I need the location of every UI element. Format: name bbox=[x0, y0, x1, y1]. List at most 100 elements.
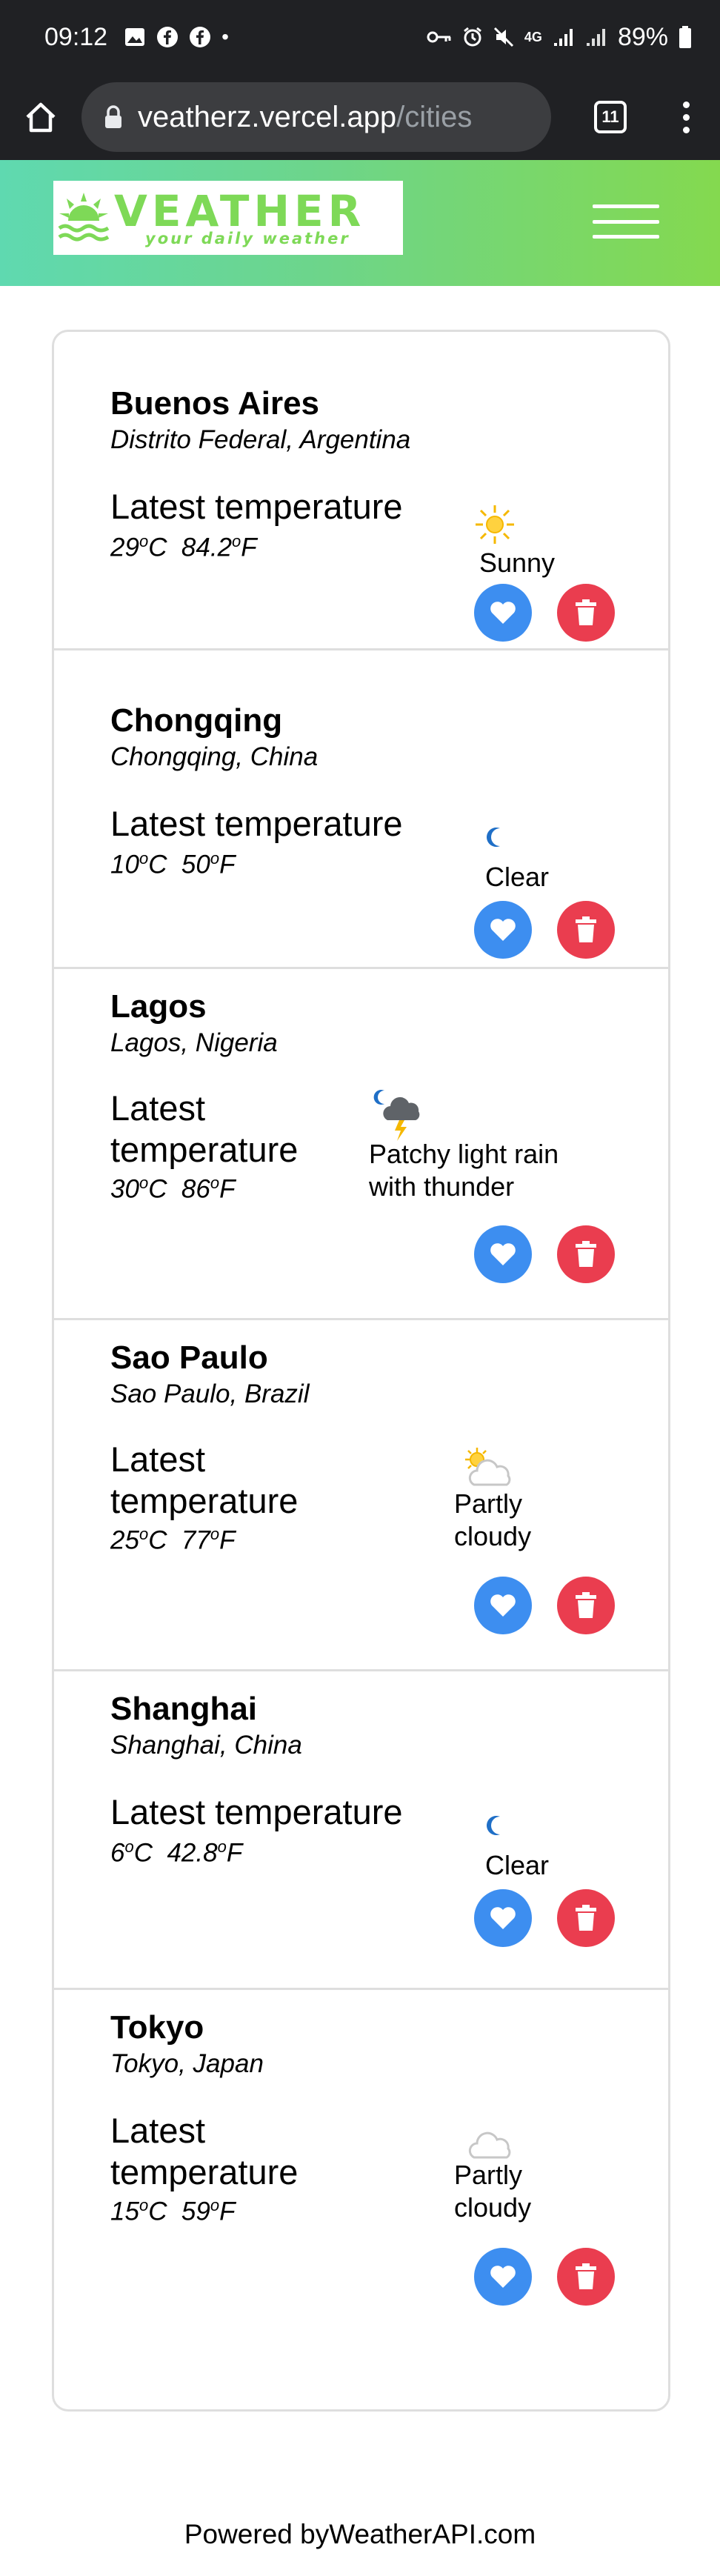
celsius-unit: C bbox=[133, 1838, 153, 1868]
temperature-values: 25oC 77oF bbox=[110, 1525, 236, 1556]
temp-fahrenheit: 86 bbox=[181, 1174, 210, 1204]
city-card: Buenos Aires Distrito Federal, Argentina… bbox=[54, 332, 668, 650]
hamburger-line-icon bbox=[593, 219, 659, 224]
city-card: Lagos Lagos, Nigeria Latest temperature … bbox=[54, 969, 668, 1320]
weather-condition: Clear bbox=[484, 1850, 550, 1880]
sun-icon bbox=[476, 505, 514, 544]
trash-icon bbox=[576, 1241, 596, 1267]
browser-toolbar: veatherz.vercel.app/cities 11 bbox=[0, 74, 720, 160]
temp-celsius: 29 bbox=[110, 533, 139, 562]
mute-icon bbox=[493, 27, 513, 47]
temp-fahrenheit: 77 bbox=[181, 1525, 210, 1555]
footer-credit[interactable]: Powered byWeatherAPI.com bbox=[0, 2519, 720, 2550]
delete-button[interactable] bbox=[557, 1577, 615, 1634]
celsius-unit: C bbox=[148, 1525, 167, 1555]
hamburger-line-icon bbox=[593, 235, 659, 239]
favorite-button[interactable] bbox=[474, 1225, 532, 1283]
weather-condition: Partly cloudy bbox=[454, 1488, 532, 1551]
degree-sign: o bbox=[210, 1525, 220, 1543]
favorite-button[interactable] bbox=[474, 1889, 532, 1947]
temperature-label: Latest temperature bbox=[110, 1088, 299, 1169]
trash-icon bbox=[576, 1592, 596, 1618]
degree-sign: o bbox=[139, 1525, 149, 1543]
image-notification-icon bbox=[125, 28, 145, 46]
degree-sign: o bbox=[210, 2196, 220, 2214]
temperature-values: 29oC 84.2oF bbox=[110, 532, 257, 563]
hamburger-menu-button[interactable] bbox=[593, 204, 659, 239]
temp-celsius: 15 bbox=[110, 2197, 139, 2226]
favorite-button[interactable] bbox=[474, 1577, 532, 1634]
fahrenheit-unit: F bbox=[219, 1174, 236, 1204]
hamburger-line-icon bbox=[593, 204, 659, 208]
delete-button[interactable] bbox=[557, 584, 615, 642]
delete-button[interactable] bbox=[557, 2248, 615, 2306]
signal-icon bbox=[553, 29, 573, 46]
battery-percent: 89% bbox=[617, 22, 668, 51]
browser-menu-button[interactable] bbox=[664, 101, 708, 133]
heart-icon bbox=[490, 919, 516, 941]
city-card: Chongqing Chongqing, China Latest temper… bbox=[54, 650, 668, 969]
city-name: Chongqing bbox=[110, 702, 283, 739]
delete-button[interactable] bbox=[557, 901, 615, 959]
celsius-unit: C bbox=[148, 1174, 167, 1204]
degree-sign: o bbox=[139, 2196, 149, 2214]
favorite-button[interactable] bbox=[474, 2248, 532, 2306]
city-name: Sao Paulo bbox=[110, 1339, 268, 1376]
partly-cloudy-day-icon bbox=[465, 1448, 511, 1486]
heart-icon bbox=[490, 1243, 516, 1265]
heart-icon bbox=[490, 2266, 516, 2288]
moon-icon bbox=[487, 1816, 500, 1835]
city-region: Chongqing, China bbox=[110, 742, 319, 771]
weather-condition: Sunny bbox=[479, 548, 556, 578]
trash-icon bbox=[576, 916, 596, 942]
alarm-icon bbox=[463, 27, 481, 47]
fahrenheit-unit: F bbox=[226, 1838, 243, 1868]
heart-icon bbox=[490, 1594, 516, 1617]
home-icon bbox=[26, 102, 56, 133]
delete-button[interactable] bbox=[557, 1225, 615, 1283]
url-host: veatherz.vercel.app bbox=[138, 100, 397, 133]
temperature-label: Latest temperature bbox=[110, 804, 403, 843]
moon-icon bbox=[487, 828, 500, 847]
fahrenheit-unit: F bbox=[219, 850, 236, 879]
temperature-label: Latest temperature bbox=[110, 1792, 403, 1831]
favorite-button[interactable] bbox=[474, 901, 532, 959]
weather-condition: Partly cloudy bbox=[454, 2160, 532, 2223]
home-button[interactable] bbox=[0, 74, 81, 160]
temp-celsius: 25 bbox=[110, 1525, 139, 1555]
logo[interactable]: VEATHER your daily weather bbox=[53, 181, 403, 255]
app-header: VEATHER your daily weather bbox=[0, 160, 720, 286]
trash-icon bbox=[576, 2263, 596, 2289]
celsius-unit: C bbox=[148, 533, 167, 562]
status-bar: 09:12 • 4G 89% bbox=[0, 0, 720, 74]
url-path: /cities bbox=[396, 100, 473, 133]
temperature-values: 10oC 50oF bbox=[110, 849, 236, 880]
delete-button[interactable] bbox=[557, 1889, 615, 1947]
city-card: Sao Paulo Sao Paulo, Brazil Latest tempe… bbox=[54, 1320, 668, 1671]
temperature-label: Latest temperature bbox=[110, 487, 403, 526]
favorite-button[interactable] bbox=[474, 584, 532, 642]
menu-dot-icon bbox=[682, 113, 690, 121]
temp-fahrenheit: 42.8 bbox=[167, 1838, 218, 1868]
city-card: Tokyo Tokyo, Japan Latest temperature 15… bbox=[54, 1990, 668, 2383]
tab-switcher-button[interactable]: 11 bbox=[573, 101, 647, 133]
temperature-label: Latest temperature bbox=[110, 2111, 299, 2191]
address-bar[interactable]: veatherz.vercel.app/cities bbox=[81, 82, 551, 152]
cities-list: Buenos Aires Distrito Federal, Argentina… bbox=[52, 330, 670, 2412]
battery-icon bbox=[679, 26, 691, 48]
lock-icon bbox=[104, 105, 123, 129]
status-time: 09:12 bbox=[44, 22, 108, 51]
sun-waves-logo-icon bbox=[58, 193, 110, 242]
degree-sign: o bbox=[232, 532, 241, 550]
notification-icons: • bbox=[124, 25, 229, 49]
fahrenheit-unit: F bbox=[219, 1525, 236, 1555]
network-type-label: 4G bbox=[524, 29, 542, 44]
temp-celsius: 30 bbox=[110, 1174, 139, 1204]
weather-condition: Clear bbox=[484, 862, 550, 892]
city-region: Shanghai, China bbox=[110, 1731, 302, 1760]
city-region: Distrito Federal, Argentina bbox=[110, 425, 411, 454]
city-region: Tokyo, Japan bbox=[110, 2049, 264, 2078]
fahrenheit-unit: F bbox=[219, 2197, 236, 2226]
menu-dot-icon bbox=[682, 126, 690, 133]
heart-icon bbox=[490, 1907, 516, 1929]
